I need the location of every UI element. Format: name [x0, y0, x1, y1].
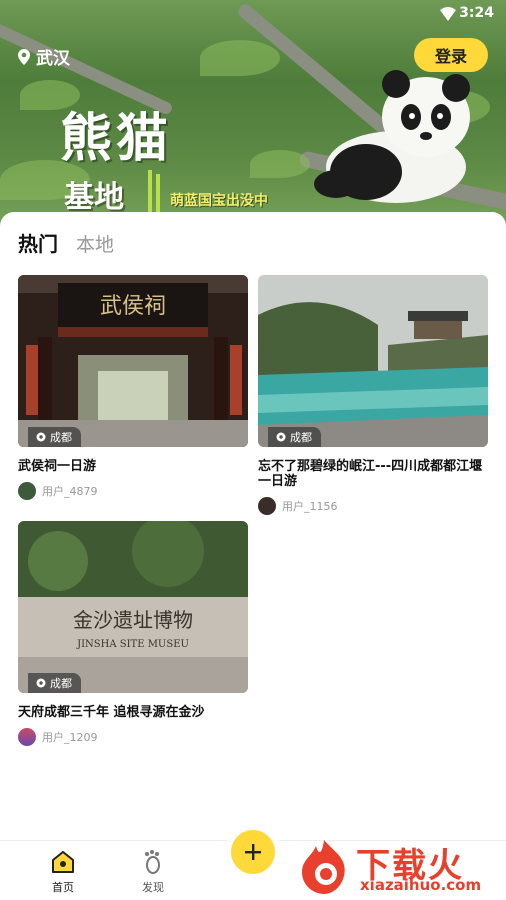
temple-sign-text: 武侯祠: [100, 294, 166, 319]
post-card[interactable]: 成都 忘不了那碧绿的岷江---四川成都都江堰一日游 用户_1156: [258, 275, 488, 515]
post-title: 天府成都三千年 追根寻源在金沙: [18, 705, 205, 720]
museum-sign-english: JINSHA SITE MUSEU: [76, 639, 189, 650]
author-name: 用户_4879: [42, 485, 98, 498]
post-author[interactable]: 用户_1156: [258, 497, 488, 515]
nav-label: 首页: [52, 881, 74, 894]
post-card[interactable]: 金沙遗址博物 JINSHA SITE MUSEU 成都 天府成都三千年 追根寻源…: [18, 521, 248, 746]
tab-hot[interactable]: 热门: [18, 228, 68, 259]
post-author[interactable]: 用户_4879: [18, 482, 248, 500]
post-title: 武侯祠一日游: [18, 459, 97, 474]
footprint-icon: [145, 850, 160, 874]
home-icon: [52, 851, 74, 873]
add-post-button[interactable]: [231, 830, 275, 874]
nav-home[interactable]: 首页: [50, 849, 76, 895]
river-landscape-illustration: [258, 275, 488, 447]
bamboo-icon: [148, 170, 160, 212]
location-selector[interactable]: 武汉: [18, 44, 70, 69]
status-time: 3:24: [459, 5, 494, 21]
post-title: 忘不了那碧绿的岷江---四川成都都江堰一日游: [258, 459, 483, 489]
post-image: 金沙遗址博物 JINSHA SITE MUSEU 成都: [18, 521, 248, 693]
avatar: [18, 728, 36, 746]
watermark: 下载火 xiazaihuo.com: [294, 836, 502, 896]
post-image: 武侯祠 成都: [18, 275, 248, 447]
hero-banner[interactable]: 3:24 武汉 登录 熊猫 基地 萌蓝国宝出没中: [0, 0, 506, 232]
panda-illustration: [314, 70, 470, 203]
banner-tagline: 萌蓝国宝出没中: [170, 193, 268, 209]
flame-logo-icon: [302, 840, 345, 894]
city-tag: 成都: [28, 427, 81, 447]
city-tag: 成都: [268, 427, 321, 447]
plus-icon: [245, 844, 261, 860]
author-name: 用户_1209: [42, 731, 98, 744]
location-label: 武汉: [36, 49, 70, 69]
author-name: 用户_1156: [282, 500, 338, 513]
post-card[interactable]: 武侯祠 成都 武侯祠一日游 用户_4879: [18, 275, 248, 500]
tab-label: 热门: [18, 232, 58, 256]
avatar: [258, 497, 276, 515]
banner-title: 熊猫: [60, 108, 173, 169]
post-image: 成都: [258, 275, 488, 447]
location-pin-icon: [276, 432, 286, 442]
museum-wall-illustration: 金沙遗址博物 JINSHA SITE MUSEU: [18, 521, 248, 693]
watermark-url: xiazaihuo.com: [360, 876, 482, 894]
city-label: 成都: [50, 431, 72, 444]
location-pin-icon: [36, 432, 46, 442]
category-tabs: 热门 本地: [18, 228, 132, 259]
banner-subtitle: 基地: [64, 180, 124, 215]
museum-sign-text: 金沙遗址博物: [73, 608, 193, 632]
nav-label: 发现: [142, 881, 164, 894]
tab-local[interactable]: 本地: [76, 230, 114, 257]
city-tag: 成都: [28, 673, 81, 693]
wifi-icon: [440, 7, 456, 21]
location-pin-icon: [36, 678, 46, 688]
city-label: 成都: [290, 431, 312, 444]
avatar: [18, 482, 36, 500]
city-label: 成都: [50, 677, 72, 690]
login-button[interactable]: 登录: [414, 38, 488, 72]
status-bar: 3:24: [0, 0, 506, 28]
nav-discover[interactable]: 发现: [140, 849, 166, 895]
post-author[interactable]: 用户_1209: [18, 728, 248, 746]
location-pin-icon: [18, 48, 30, 65]
tab-label: 本地: [76, 234, 115, 256]
temple-gate-illustration: 武侯祠: [18, 275, 248, 447]
